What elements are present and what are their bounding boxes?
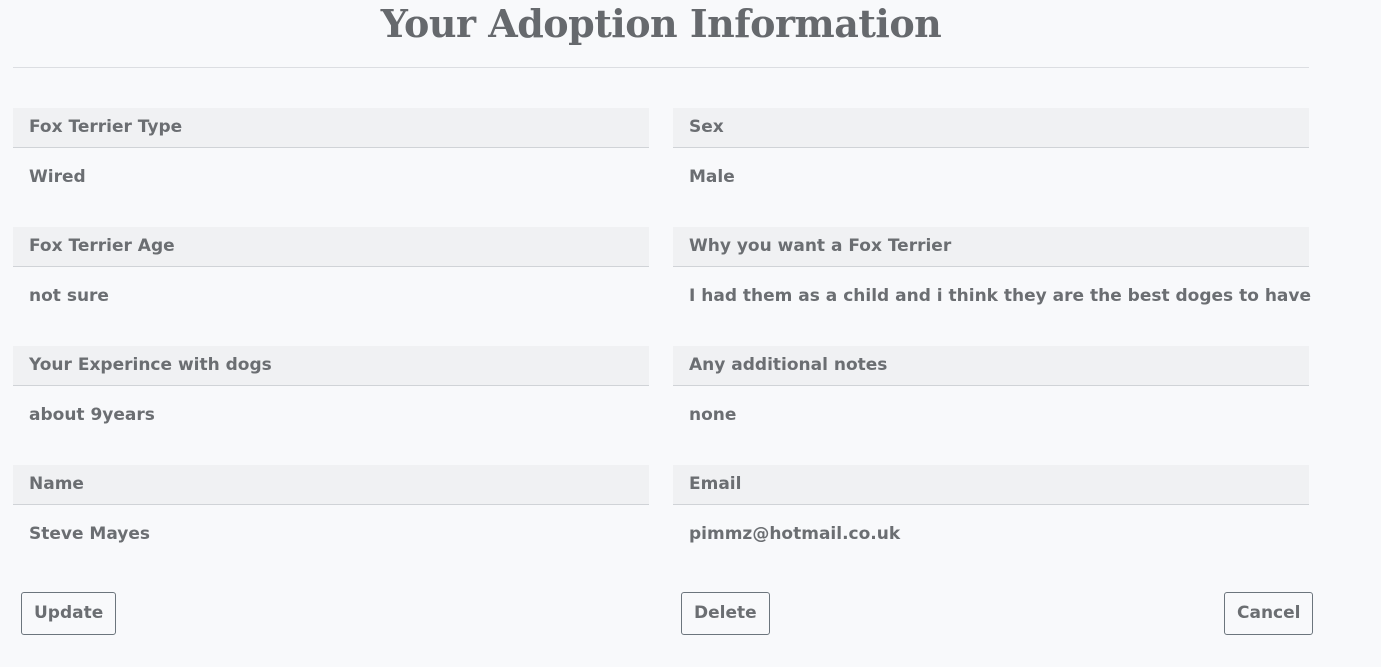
field-label: Name [13, 465, 649, 505]
field-label: Your Experince with dogs [13, 346, 649, 386]
field-sex: Sex Male [673, 108, 1309, 203]
field-additional-notes: Any additional notes none [673, 346, 1309, 441]
field-value: not sure [29, 286, 109, 306]
field-value: Steve Mayes [29, 524, 151, 544]
update-button[interactable]: Update [21, 592, 117, 635]
field-fox-terrier-age: Fox Terrier Age not sure [13, 227, 649, 322]
field-value: Wired [29, 167, 86, 187]
field-label: Fox Terrier Type [13, 108, 649, 148]
field-value: pimmz@hotmail.co.uk [689, 524, 901, 544]
field-fox-terrier-type: Fox Terrier Type Wired [13, 108, 649, 203]
field-why-fox-terrier: Why you want a Fox Terrier I had them as… [673, 227, 1312, 322]
adoption-info-page: Your Adoption Information Fox Terrier Ty… [0, 0, 1381, 667]
title-divider [13, 67, 1309, 68]
field-value: I had them as a child and i think they a… [689, 286, 1312, 306]
field-label: Sex [673, 108, 1309, 148]
field-value: about 9years [29, 405, 155, 425]
field-label: Any additional notes [673, 346, 1309, 386]
page-title: Your Adoption Information [380, 1, 942, 46]
cancel-button[interactable]: Cancel [1224, 592, 1314, 635]
field-label: Fox Terrier Age [13, 227, 649, 267]
field-email: Email pimmz@hotmail.co.uk [673, 465, 1309, 560]
field-label: Why you want a Fox Terrier [673, 227, 1309, 267]
field-experience: Your Experince with dogs about 9years [13, 346, 649, 441]
field-label: Email [673, 465, 1309, 505]
delete-button[interactable]: Delete [681, 592, 770, 635]
field-value: Male [689, 167, 735, 187]
field-name: Name Steve Mayes [13, 465, 649, 560]
field-value: none [689, 405, 737, 425]
